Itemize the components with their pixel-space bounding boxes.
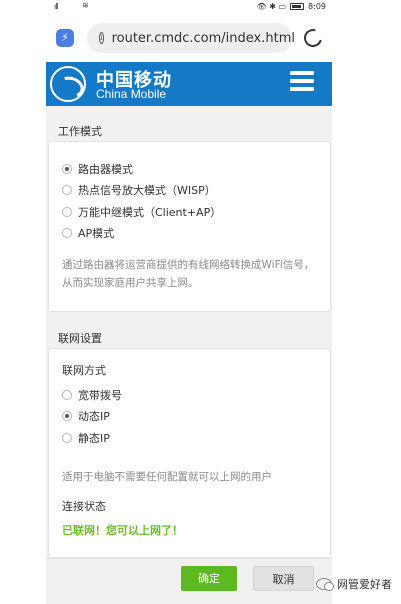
work-mode-title: 工作模式 (58, 125, 102, 138)
option-label: 热点信号放大模式（WISP） (78, 184, 216, 197)
option-label: 万能中继模式（Client+AP） (78, 206, 222, 219)
action-footer: 确定 取消 (46, 558, 332, 604)
url-text[interactable]: router.cmdc.com/index.html (112, 31, 295, 46)
status-right: 👁 ✱ ▭ 8:09 (257, 2, 326, 11)
radio-icon[interactable] (62, 411, 72, 421)
option-label: 动态IP (78, 410, 110, 423)
radio-icon[interactable] (62, 228, 72, 238)
connection-status-label: 连接状态 (62, 500, 106, 513)
network-option-static[interactable]: 静态IP (62, 430, 110, 446)
confirm-button[interactable]: 确定 (181, 566, 237, 591)
work-mode-description: 通过路由器将运营商提供的有线网络转换成WiFi信号，从而实现家庭用户共享上网。 (62, 259, 315, 289)
work-mode-option-client-ap[interactable]: 万能中继模式（Client+AP） (62, 204, 221, 220)
status-time: 8:09 (308, 2, 326, 11)
radio-icon[interactable] (62, 433, 72, 443)
status-bar: ıll ≋ 👁 ✱ ▭ 8:09 (46, 0, 332, 14)
radio-icon[interactable] (62, 390, 72, 400)
address-bar[interactable]: i router.cmdc.com/index.html (87, 23, 295, 53)
network-option-dhcp[interactable]: 动态IP (62, 408, 110, 424)
china-mobile-logo-icon (50, 66, 86, 102)
work-mode-option-router[interactable]: 路由器模式 (62, 161, 133, 177)
network-option-pppoe[interactable]: 宽带拨号 (62, 387, 122, 403)
connection-status-value: 已联网！您可以上网了！ (62, 524, 183, 537)
signal-icon: ıll (54, 2, 59, 11)
wechat-icon (316, 578, 334, 591)
brand-name-en: China Mobile (96, 87, 167, 101)
radio-icon[interactable] (62, 164, 72, 174)
network-settings-card: 联网方式 宽带拨号 动态IP 静态IP 适用于电脑不需要任何配置就可以上网的用户… (48, 348, 331, 558)
hamburger-menu-icon[interactable] (290, 71, 314, 91)
site-info-icon[interactable]: i (99, 32, 104, 44)
phone-screen: ıll ≋ 👁 ✱ ▭ 8:09 ⚡ i router.cmdc.com/ind… (46, 0, 332, 604)
work-mode-option-wisp[interactable]: 热点信号放大模式（WISP） (62, 182, 216, 198)
watermark-text: 网管爱好者 (337, 578, 392, 591)
option-label: 宽带拨号 (78, 389, 122, 402)
connection-method-label: 联网方式 (62, 364, 106, 377)
app-header: 中国移动 China Mobile (46, 62, 332, 106)
status-icons: 👁 ✱ ▭ (256, 2, 287, 11)
work-mode-option-ap[interactable]: AP模式 (62, 225, 114, 241)
battery-icon (290, 3, 305, 10)
radio-icon[interactable] (62, 207, 72, 217)
radio-icon[interactable] (62, 185, 72, 195)
tab-switcher-icon[interactable]: ⚡ (56, 29, 74, 47)
reload-icon[interactable] (300, 25, 326, 51)
cancel-button[interactable]: 取消 (253, 566, 314, 591)
network-settings-title: 联网设置 (58, 332, 102, 345)
watermark: 网管爱好者 (316, 576, 392, 592)
option-label: 路由器模式 (78, 163, 133, 176)
option-label: AP模式 (78, 227, 115, 240)
wifi-icon: ≋ (82, 1, 89, 10)
browser-bar: ⚡ i router.cmdc.com/index.html (46, 14, 332, 62)
network-description: 适用于电脑不需要任何配置就可以上网的用户 (62, 471, 272, 483)
work-mode-card: 路由器模式 热点信号放大模式（WISP） 万能中继模式（Client+AP） A… (48, 141, 331, 312)
option-label: 静态IP (78, 432, 110, 445)
